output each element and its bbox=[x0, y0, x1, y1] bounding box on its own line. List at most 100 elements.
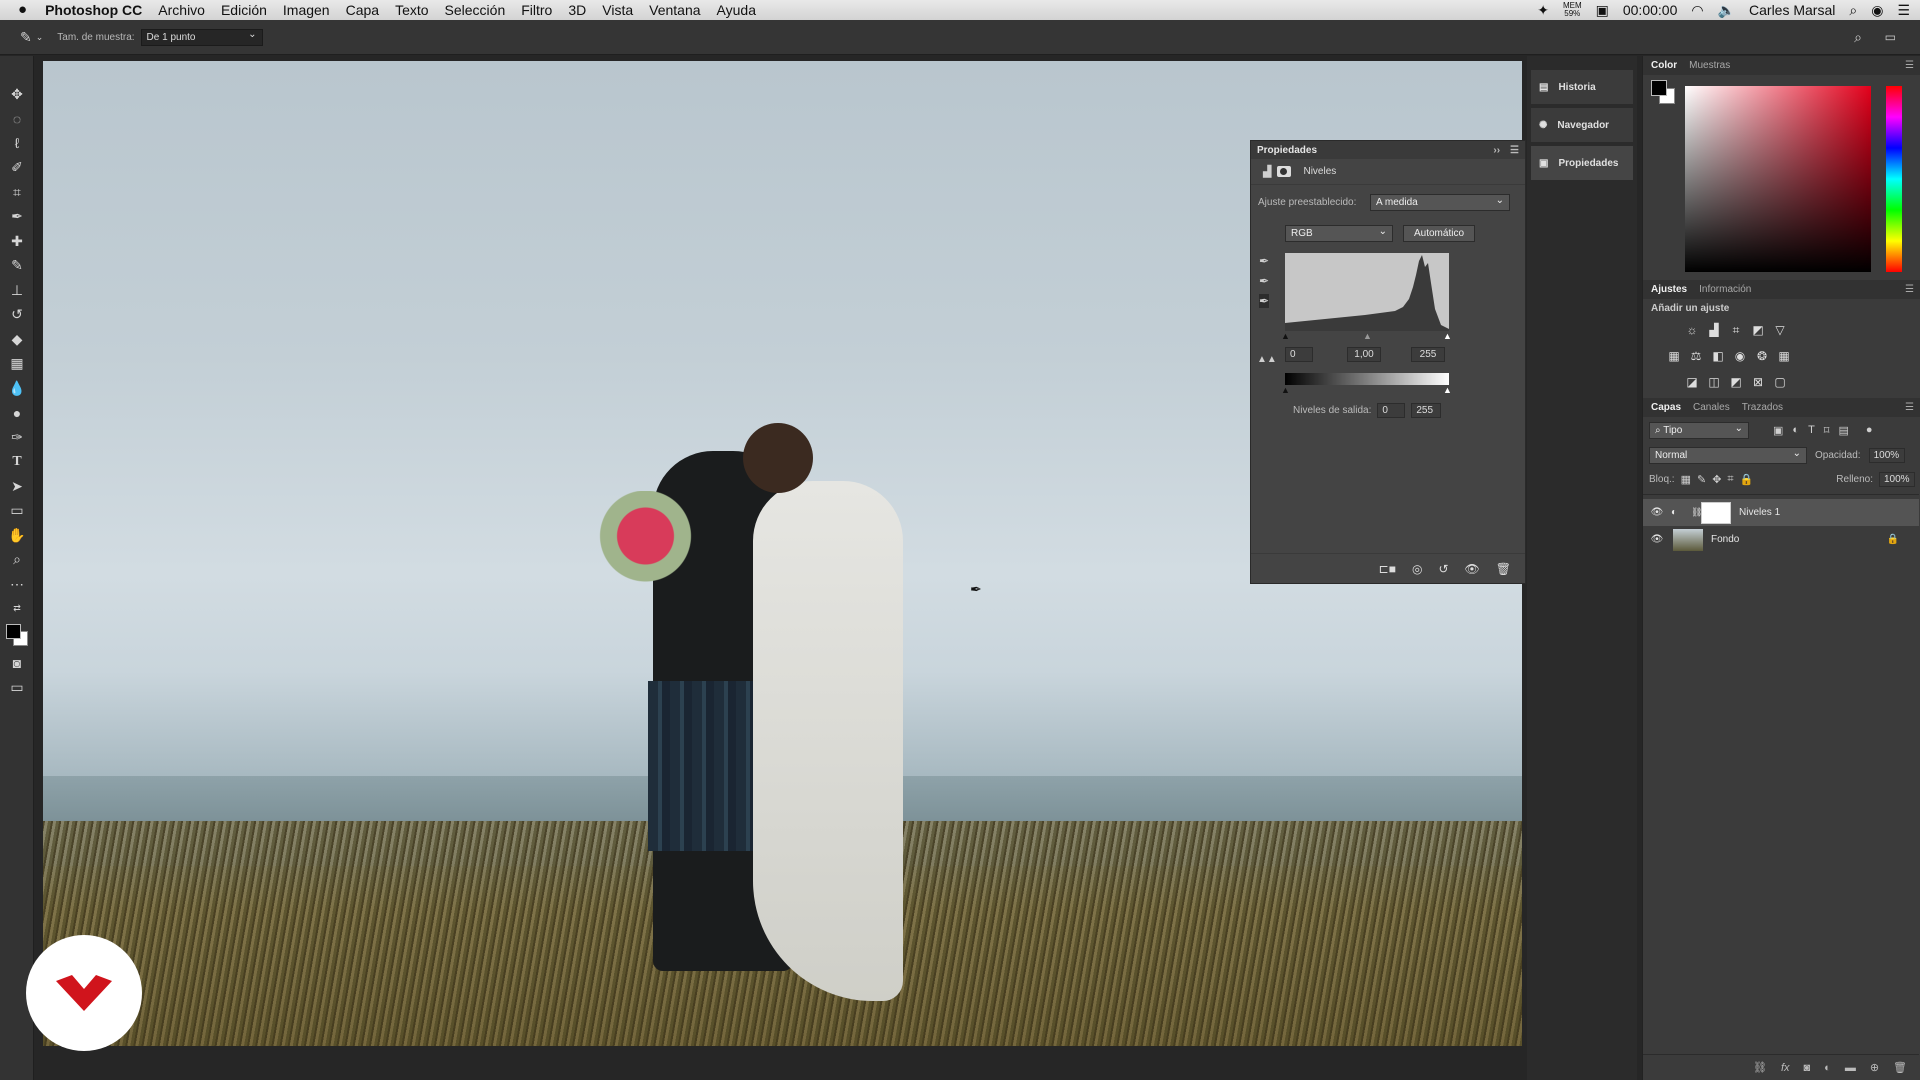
tab-muestras[interactable]: Muestras bbox=[1689, 60, 1730, 71]
apple-menu-icon[interactable]: ● bbox=[0, 0, 37, 20]
filter-pixel-icon[interactable]: ▣ bbox=[1773, 424, 1783, 437]
layer-mask-thumbnail[interactable] bbox=[1701, 501, 1731, 524]
brush-tool-icon[interactable]: ✎ bbox=[0, 254, 34, 279]
dock-propiedades[interactable]: ▣ Propiedades bbox=[1531, 146, 1633, 180]
invert-adj-icon[interactable]: ◪ bbox=[1681, 370, 1703, 395]
history-brush-tool-icon[interactable]: ↺ bbox=[0, 303, 34, 328]
blur-tool-icon[interactable]: 💧 bbox=[0, 376, 34, 401]
screen-mode-icon[interactable]: ▭ bbox=[0, 676, 34, 701]
type-tool-icon[interactable]: T bbox=[0, 450, 34, 475]
visibility-eye-icon[interactable]: 👁 bbox=[1643, 507, 1671, 518]
input-white-field[interactable]: 255 bbox=[1411, 347, 1445, 362]
input-black-slider-icon[interactable]: ▲ bbox=[1281, 331, 1290, 341]
lasso-tool-icon[interactable]: ℓ bbox=[0, 131, 34, 156]
input-sliders[interactable]: ▲ ▲ ▲ bbox=[1281, 331, 1452, 341]
layers-menu-icon[interactable]: ☰ bbox=[1905, 402, 1914, 413]
input-black-field[interactable]: 0 bbox=[1285, 347, 1313, 362]
input-gamma-slider-icon[interactable]: ▲ bbox=[1363, 331, 1372, 341]
color-panel-menu-icon[interactable]: ☰ bbox=[1905, 60, 1914, 71]
link-layers-icon[interactable]: ⛓ bbox=[1753, 1061, 1767, 1074]
layer-name[interactable]: Niveles 1 bbox=[1739, 507, 1780, 518]
fill-field[interactable]: 100% bbox=[1879, 472, 1915, 487]
new-layer-icon[interactable]: ⊕ bbox=[1870, 1061, 1879, 1074]
black-point-eyedropper-icon[interactable]: ✒ bbox=[1259, 254, 1269, 268]
menu-filtro[interactable]: Filtro bbox=[513, 0, 560, 20]
layer-name[interactable]: Fondo bbox=[1711, 534, 1739, 545]
path-select-tool-icon[interactable]: ➤ bbox=[0, 474, 34, 499]
crop-tool-icon[interactable]: ⌗ bbox=[0, 180, 34, 205]
input-gamma-field[interactable]: 1,00 bbox=[1347, 347, 1381, 362]
lock-artboard-icon[interactable]: ⌗ bbox=[1727, 473, 1733, 486]
workspace-icon[interactable]: ▭ bbox=[1885, 30, 1896, 44]
gradient-map-adj-icon[interactable]: ⊠ bbox=[1747, 370, 1769, 395]
lock-all-icon[interactable]: 🔒 bbox=[1740, 473, 1754, 486]
filter-smart-icon[interactable]: ▤ bbox=[1838, 424, 1848, 437]
dropbox-icon[interactable]: ✦ bbox=[1537, 2, 1549, 19]
menu-texto[interactable]: Texto bbox=[387, 0, 436, 20]
layer-thumbnail[interactable] bbox=[1673, 528, 1703, 551]
fx-icon[interactable]: fx bbox=[1781, 1062, 1790, 1074]
collapse-panel-icon[interactable]: ›› bbox=[1493, 145, 1500, 156]
white-point-eyedropper-icon[interactable]: ✒ bbox=[1259, 294, 1270, 308]
menu-edicion[interactable]: Edición bbox=[213, 0, 275, 20]
visibility-toggle-icon[interactable]: 👁 bbox=[1465, 562, 1480, 576]
tab-ajustes[interactable]: Ajustes bbox=[1651, 284, 1687, 295]
eraser-tool-icon[interactable]: ◆ bbox=[0, 327, 34, 352]
clip-to-layer-icon[interactable]: ⊏■ bbox=[1379, 562, 1396, 576]
sample-size-select[interactable]: De 1 punto bbox=[140, 28, 263, 46]
record-icon[interactable]: ▣ bbox=[1596, 2, 1609, 19]
new-group-icon[interactable]: ▬ bbox=[1845, 1062, 1856, 1074]
menu-vista[interactable]: Vista bbox=[594, 0, 641, 20]
adjustments-menu-icon[interactable]: ☰ bbox=[1905, 284, 1914, 295]
hue-sat-adj-icon[interactable]: ▦ bbox=[1663, 344, 1685, 369]
stamp-tool-icon[interactable]: ⊥ bbox=[0, 278, 34, 303]
brightness-adj-icon[interactable]: ☼ bbox=[1681, 318, 1703, 343]
filter-shape-icon[interactable]: ⌑ bbox=[1824, 424, 1830, 437]
add-mask-icon[interactable]: ◙ bbox=[1804, 1062, 1811, 1074]
output-white-slider-icon[interactable]: ▲ bbox=[1443, 385, 1452, 395]
delete-adjustment-icon[interactable]: 🗑 bbox=[1496, 562, 1511, 576]
lock-transparent-icon[interactable]: ▦ bbox=[1681, 473, 1691, 486]
spotlight-icon[interactable]: ⌕ bbox=[1849, 2, 1857, 19]
mask-icon[interactable] bbox=[1277, 166, 1292, 177]
eyedropper-tool-icon[interactable]: ✒ bbox=[0, 205, 34, 230]
gradient-tool-icon[interactable]: ▦ bbox=[0, 352, 34, 377]
gray-point-eyedropper-icon[interactable]: ✒ bbox=[1259, 274, 1269, 288]
filter-adjust-icon[interactable]: ◐ bbox=[1792, 424, 1799, 437]
menu-capa[interactable]: Capa bbox=[338, 0, 387, 20]
color-fg-swatch[interactable] bbox=[1651, 80, 1667, 96]
dock-navegador[interactable]: ✺ Navegador bbox=[1531, 108, 1633, 142]
preset-select[interactable]: A medida bbox=[1370, 194, 1510, 211]
menu-ayuda[interactable]: Ayuda bbox=[709, 0, 764, 20]
reset-icon[interactable]: ↺ bbox=[1438, 562, 1448, 576]
quick-select-tool-icon[interactable]: ✐ bbox=[0, 156, 34, 181]
default-colors-icon[interactable]: ⇄ bbox=[0, 597, 34, 622]
exposure-adj-icon[interactable]: ◩ bbox=[1747, 318, 1769, 343]
pen-tool-icon[interactable]: ✑ bbox=[0, 425, 34, 450]
photo-filter-adj-icon[interactable]: ◉ bbox=[1729, 344, 1751, 369]
output-sliders[interactable]: ▲ ▲ bbox=[1281, 385, 1452, 395]
filter-type-icon[interactable]: T bbox=[1808, 424, 1815, 437]
eyedropper-tool-icon[interactable]: ✎ bbox=[20, 29, 32, 46]
volume-icon[interactable]: 🔈 bbox=[1718, 2, 1735, 19]
foreground-color-swatch[interactable] bbox=[6, 624, 21, 639]
tab-informacion[interactable]: Información bbox=[1699, 284, 1751, 295]
siri-icon[interactable]: ◉ bbox=[1871, 2, 1883, 19]
menu-seleccion[interactable]: Selección bbox=[437, 0, 514, 20]
curves-adj-icon[interactable]: ⌗ bbox=[1725, 318, 1747, 343]
selective-color-adj-icon[interactable]: ▢ bbox=[1769, 370, 1791, 395]
more-tools-icon[interactable]: ⋯ bbox=[0, 572, 34, 597]
menu-3d[interactable]: 3D bbox=[560, 0, 594, 20]
quick-mask-icon[interactable]: ◙ bbox=[0, 651, 34, 676]
channel-select[interactable]: RGB bbox=[1285, 225, 1393, 242]
layer-row[interactable]: 👁 ◐ ⛓ Niveles 1 bbox=[1643, 499, 1919, 526]
new-adjustment-icon[interactable]: ◐ bbox=[1824, 1062, 1831, 1074]
auto-button[interactable]: Automático bbox=[1403, 225, 1475, 242]
blend-mode-select[interactable]: Normal bbox=[1649, 447, 1807, 464]
levels-icon[interactable]: ▟ bbox=[1263, 165, 1271, 178]
tool-preset-chevron-icon[interactable]: ⌄ bbox=[36, 32, 44, 43]
posterize-adj-icon[interactable]: ◫ bbox=[1703, 370, 1725, 395]
output-white-field[interactable]: 255 bbox=[1411, 403, 1442, 418]
zoom-tool-icon[interactable]: ⌕ bbox=[0, 548, 34, 573]
lock-pixels-icon[interactable]: ✎ bbox=[1697, 473, 1706, 486]
